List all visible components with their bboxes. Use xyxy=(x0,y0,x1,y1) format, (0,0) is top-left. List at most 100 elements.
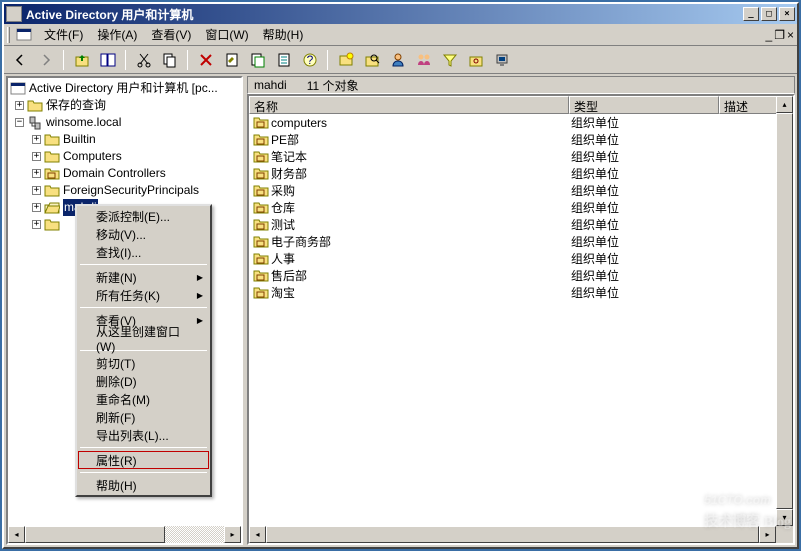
scroll-right-button[interactable]: ▸ xyxy=(224,526,241,543)
list-row[interactable]: PE部组织单位 xyxy=(249,131,793,148)
ctx-export-list[interactable]: 导出列表(L)... xyxy=(78,426,209,444)
help-button[interactable]: ? xyxy=(298,49,321,71)
ou-icon xyxy=(253,149,269,165)
new-ou-button[interactable] xyxy=(334,49,357,71)
ctx-rename[interactable]: 重命名(M) xyxy=(78,390,209,408)
expand-icon[interactable]: + xyxy=(32,186,41,195)
minimize-button[interactable]: _ xyxy=(743,7,759,21)
window-title: Active Directory 用户和计算机 xyxy=(26,6,743,23)
scroll-left-button[interactable]: ◂ xyxy=(8,526,25,543)
pathbar: mahdi 11 个对象 xyxy=(247,76,795,94)
delete-button[interactable] xyxy=(194,49,217,71)
expand-icon[interactable]: + xyxy=(32,203,41,212)
row-name: computers xyxy=(271,116,327,130)
row-type: 组织单位 xyxy=(567,233,717,250)
column-name[interactable]: 名称 xyxy=(249,96,569,114)
list-row[interactable]: 人事组织单位 xyxy=(249,250,793,267)
pathbar-count: 11 个对象 xyxy=(307,77,359,94)
scroll-thumb-v[interactable] xyxy=(776,113,793,509)
scroll-left-button[interactable]: ◂ xyxy=(249,526,266,543)
context-menu: 委派控制(E)... 移动(V)... 查找(I)... 新建(N) 所有任务(… xyxy=(75,204,212,497)
row-type: 组织单位 xyxy=(567,216,717,233)
ou-icon xyxy=(253,132,269,148)
filter-button[interactable] xyxy=(438,49,461,71)
saved-query-button[interactable] xyxy=(464,49,487,71)
folder-icon xyxy=(44,132,60,148)
tree-computers[interactable]: + Computers xyxy=(10,148,239,165)
row-type: 组织单位 xyxy=(567,165,717,182)
ctx-properties[interactable]: 属性(R) xyxy=(78,451,209,469)
ctx-separator xyxy=(80,264,207,265)
list-row[interactable]: 售后部组织单位 xyxy=(249,267,793,284)
tree-fsp[interactable]: + ForeignSecurityPrincipals xyxy=(10,182,239,199)
ctx-refresh[interactable]: 刷新(F) xyxy=(78,408,209,426)
tree-saved-queries[interactable]: + 保存的查询 xyxy=(10,97,239,114)
ctx-new-window[interactable]: 从这里创建窗口(W) xyxy=(78,329,209,347)
refresh-button[interactable] xyxy=(246,49,269,71)
add-group-button[interactable] xyxy=(412,49,435,71)
column-type[interactable]: 类型 xyxy=(569,96,719,114)
properties-button[interactable] xyxy=(220,49,243,71)
forward-button[interactable] xyxy=(34,49,57,71)
ctx-separator xyxy=(80,472,207,473)
menu-view[interactable]: 查看(V) xyxy=(145,24,197,45)
scroll-thumb-h[interactable] xyxy=(266,526,759,543)
tree-builtin[interactable]: + Builtin xyxy=(10,131,239,148)
new-computer-button[interactable] xyxy=(490,49,513,71)
ctx-delegate[interactable]: 委派控制(E)... xyxy=(78,207,209,225)
list-row[interactable]: 淘宝组织单位 xyxy=(249,284,793,301)
scroll-up-button[interactable]: ▴ xyxy=(776,96,793,113)
ctx-cut[interactable]: 剪切(T) xyxy=(78,354,209,372)
expand-icon[interactable]: + xyxy=(32,135,41,144)
scroll-down-button[interactable]: ▾ xyxy=(776,509,793,526)
ctx-all-tasks[interactable]: 所有任务(K) xyxy=(78,286,209,304)
list-row[interactable]: 采购组织单位 xyxy=(249,182,793,199)
mdi-close-button[interactable]: × xyxy=(787,28,794,42)
menu-file[interactable]: 文件(F) xyxy=(38,24,89,45)
ou-icon xyxy=(253,115,269,131)
ou-icon xyxy=(253,234,269,250)
list-row[interactable]: 笔记本组织单位 xyxy=(249,148,793,165)
mdi-restore-button[interactable]: ❐ xyxy=(774,28,785,42)
titlebar[interactable]: Active Directory 用户和计算机 _ □ × xyxy=(4,4,797,24)
scroll-thumb-h[interactable] xyxy=(25,526,165,543)
export-button[interactable] xyxy=(272,49,295,71)
find-button[interactable] xyxy=(360,49,383,71)
collapse-icon[interactable]: − xyxy=(15,118,24,127)
list-row[interactable]: 财务部组织单位 xyxy=(249,165,793,182)
ctx-find[interactable]: 查找(I)... xyxy=(78,243,209,261)
cut-button[interactable] xyxy=(132,49,155,71)
row-name: 淘宝 xyxy=(271,284,295,301)
back-button[interactable] xyxy=(8,49,31,71)
ou-icon xyxy=(253,217,269,233)
show-hide-tree-button[interactable] xyxy=(96,49,119,71)
list-row[interactable]: 测试组织单位 xyxy=(249,216,793,233)
tree-root[interactable]: Active Directory 用户和计算机 [pc... xyxy=(10,80,239,97)
menu-help[interactable]: 帮助(H) xyxy=(257,24,310,45)
expand-icon[interactable]: + xyxy=(32,169,41,178)
tree-dc[interactable]: + Domain Controllers xyxy=(10,165,239,182)
expand-icon[interactable]: + xyxy=(32,220,41,229)
ctx-delete[interactable]: 删除(D) xyxy=(78,372,209,390)
ctx-new[interactable]: 新建(N) xyxy=(78,268,209,286)
copy-button[interactable] xyxy=(158,49,181,71)
list-row[interactable]: computers组织单位 xyxy=(249,114,793,131)
menu-action[interactable]: 操作(A) xyxy=(91,24,143,45)
mdi-minimize-button[interactable]: _ xyxy=(766,28,773,42)
menu-window[interactable]: 窗口(W) xyxy=(199,24,254,45)
add-user-button[interactable] xyxy=(386,49,409,71)
up-button[interactable] xyxy=(70,49,93,71)
ctx-separator xyxy=(80,307,207,308)
scroll-right-button[interactable]: ▸ xyxy=(759,526,776,543)
maximize-button[interactable]: □ xyxy=(761,7,777,21)
expand-icon[interactable]: + xyxy=(15,101,24,110)
ctx-help[interactable]: 帮助(H) xyxy=(78,476,209,494)
list-row[interactable]: 电子商务部组织单位 xyxy=(249,233,793,250)
ctx-move[interactable]: 移动(V)... xyxy=(78,225,209,243)
domain-icon xyxy=(27,115,43,131)
close-button[interactable]: × xyxy=(779,7,795,21)
expand-icon[interactable]: + xyxy=(32,152,41,161)
list-row[interactable]: 仓库组织单位 xyxy=(249,199,793,216)
row-name: 人事 xyxy=(271,250,295,267)
tree-domain[interactable]: − winsome.local xyxy=(10,114,239,131)
